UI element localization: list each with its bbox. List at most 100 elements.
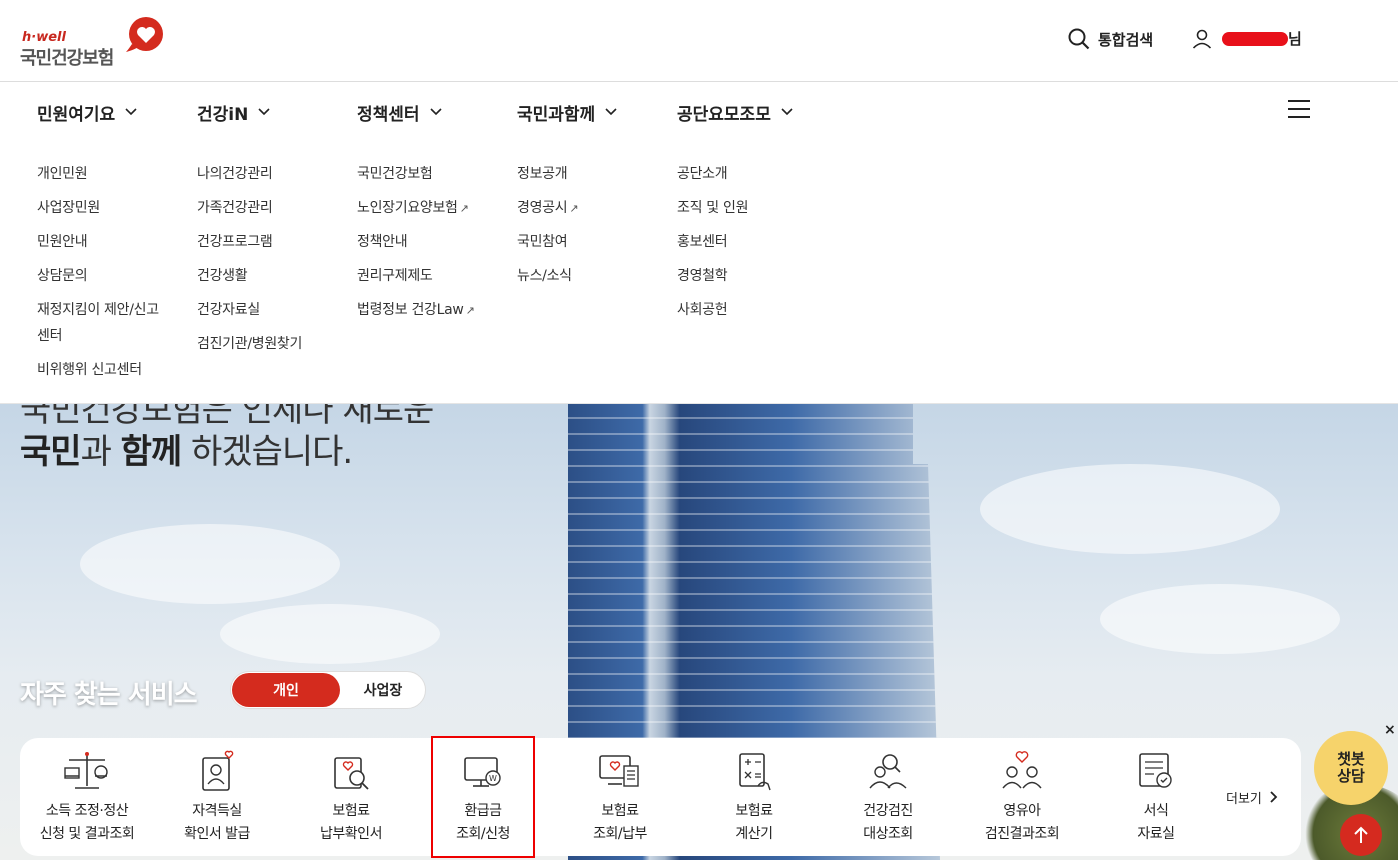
frequent-services-title: 자주 찾는 서비스 (20, 680, 198, 710)
service-label-1: 환급금 (464, 803, 502, 819)
menu-link[interactable]: 건강생활 (197, 268, 302, 285)
service-label-2: 신청 및 결과조회 (39, 826, 135, 842)
service-label-2: 조회/납부 (593, 826, 647, 842)
menu-link[interactable]: 개인민원 (37, 166, 159, 183)
calculator-icon (739, 753, 771, 791)
menu-link[interactable]: 센터 (37, 328, 159, 345)
service-label-2: 납부확인서 (320, 826, 382, 842)
menu-link[interactable]: 권리구제제도 (357, 268, 474, 285)
toggle-personal[interactable]: 개인 (232, 673, 340, 707)
chatbot-label-1: 챗봇 (1337, 750, 1365, 768)
service-eligibility-cert[interactable]: 자격득실확인서 발급 (150, 738, 284, 856)
service-refund[interactable]: W 환급금 조회/신청 (431, 736, 535, 858)
service-label-1: 영유아 (1003, 803, 1041, 819)
menu-link[interactable]: 국민건강보험 (357, 166, 474, 183)
hamburger-menu-icon[interactable] (1288, 100, 1310, 118)
service-payment-cert[interactable]: 보험료 납부확인서 (284, 738, 418, 856)
mega-col-about: 공단소개 조직 및 인원 홍보센터 경영철학 사회공헌 (677, 166, 749, 336)
service-label-2: 자료실 (1137, 826, 1175, 842)
service-checkup-target[interactable]: 건강검진대상조회 (821, 738, 955, 856)
search-label: 통합검색 (1098, 30, 1154, 49)
user-menu[interactable]: 님 (1192, 28, 1302, 49)
scroll-top-button[interactable] (1340, 814, 1382, 856)
menu-link[interactable]: 상담문의 (37, 268, 159, 285)
chatbot-button[interactable]: 챗봇 상담 (1314, 731, 1388, 805)
chevron-right-icon (1270, 788, 1278, 807)
menu-link[interactable]: 노인장기요양보험 ↗ (357, 200, 474, 217)
toggle-business[interactable]: 사업장 (341, 673, 425, 707)
menu-link[interactable]: 공단소개 (677, 166, 748, 183)
monitor-receipt-icon (599, 755, 639, 787)
service-label-2: 대상조회 (863, 826, 913, 842)
menu-link[interactable]: 정책안내 (357, 234, 474, 251)
site-header: h·well 국민건강보험 통합검색 님 (0, 0, 1398, 82)
people-search-icon (869, 754, 907, 789)
chevron-down-icon (605, 104, 617, 120)
menu-link[interactable]: 경영철학 (677, 268, 748, 285)
menu-link[interactable]: 조직 및 인원 (677, 200, 749, 217)
gnb-item-health-in[interactable]: 건강iN (197, 82, 270, 142)
service-label-1: 보험료 (601, 803, 639, 819)
external-link-icon: ↗ (459, 202, 469, 215)
service-label-1: 자격득실 (192, 803, 242, 819)
service-premium-pay[interactable]: 보험료조회/납부 (553, 738, 687, 856)
user-icon (1192, 29, 1212, 49)
menu-link[interactable]: 정보공개 (517, 166, 578, 183)
mega-col-with-citizens: 정보공개 경영공시 ↗ 국민참여 뉴스/소식 (517, 166, 579, 302)
chatbot-close-icon[interactable]: × (1384, 722, 1396, 738)
gnb-label: 국민과함께 (517, 104, 596, 125)
person-doc-icon (202, 750, 234, 791)
menu-link[interactable]: 건강프로그램 (197, 234, 302, 251)
menu-link[interactable]: 검진기관/병원찾기 (197, 336, 302, 353)
chevron-down-icon (429, 104, 442, 120)
logo[interactable]: h·well 국민건강보험 (20, 16, 170, 69)
user-suffix: 님 (1288, 30, 1302, 48)
service-label-1: 보험료 (735, 803, 773, 819)
gnb-label: 건강iN (197, 104, 249, 125)
hero-slogan: 국민과 함께 하겠습니다. (20, 432, 353, 472)
chatbot-label-2: 상담 (1337, 767, 1365, 785)
menu-link[interactable]: 홍보센터 (677, 234, 748, 251)
mega-col-policy: 국민건강보험 노인장기요양보험 ↗ 정책안내 권리구제제도 법령정보 건강Law ↗ (357, 166, 475, 336)
external-link-icon: ↗ (465, 304, 475, 317)
service-income-adjust[interactable]: 소득 조정·정산 신청 및 결과조회 (20, 738, 154, 856)
more-label: 더보기 (1226, 792, 1262, 807)
menu-link[interactable]: 재정지킴이 제안/신고 (37, 302, 159, 319)
logo-heart-icon (126, 17, 163, 52)
gnb-item-minwon[interactable]: 민원여기요 (37, 82, 137, 142)
service-type-toggle: 개인 사업장 (230, 671, 426, 709)
chevron-down-icon (125, 104, 137, 120)
search-doc-icon (334, 757, 369, 790)
gnb-item-with-citizens[interactable]: 국민과함께 (517, 82, 617, 142)
service-label-2: 확인서 발급 (184, 826, 250, 842)
gnb-label: 정책센터 (357, 104, 420, 125)
menu-link[interactable]: 사회공헌 (677, 302, 748, 319)
integrated-search-button[interactable]: 통합검색 (1068, 28, 1153, 50)
service-label-2: 계산기 (735, 826, 773, 842)
more-services-link[interactable]: 더보기 (1226, 788, 1278, 807)
menu-link[interactable]: 민원안내 (37, 234, 159, 251)
mega-col-health-in: 나의건강관리 가족건강관리 건강프로그램 건강생활 건강자료실 검진기관/병원찾… (197, 166, 302, 370)
service-label-1: 건강검진 (863, 803, 913, 819)
service-infant-checkup[interactable]: 영유아검진결과조회 (955, 738, 1089, 856)
menu-link[interactable]: 뉴스/소식 (517, 268, 578, 285)
service-label-2: 검진결과조회 (984, 826, 1060, 842)
menu-link[interactable]: 나의건강관리 (197, 166, 302, 183)
gnb-item-policy-center[interactable]: 정책센터 (357, 82, 442, 142)
menu-link[interactable]: 사업장민원 (37, 200, 159, 217)
svg-text:W: W (489, 774, 497, 783)
menu-link[interactable]: 가족건강관리 (197, 200, 302, 217)
service-premium-calculator[interactable]: 보험료계산기 (687, 738, 821, 856)
logo-subtitle: h·well (22, 30, 66, 45)
menu-link[interactable]: 비위행위 신고센터 (37, 362, 159, 379)
gnb-item-about[interactable]: 공단요모조모 (677, 82, 793, 142)
gnb-label: 민원여기요 (37, 104, 116, 125)
menu-link[interactable]: 경영공시 ↗ (517, 200, 579, 217)
menu-link[interactable]: 법령정보 건강Law ↗ (357, 302, 475, 319)
family-icon (1002, 751, 1042, 789)
menu-link[interactable]: 국민참여 (517, 234, 578, 251)
service-forms-library[interactable]: 서식 자료실 (1089, 738, 1223, 856)
scale-icon (64, 752, 108, 789)
menu-link[interactable]: 건강자료실 (197, 302, 302, 319)
chevron-down-icon (258, 104, 270, 120)
